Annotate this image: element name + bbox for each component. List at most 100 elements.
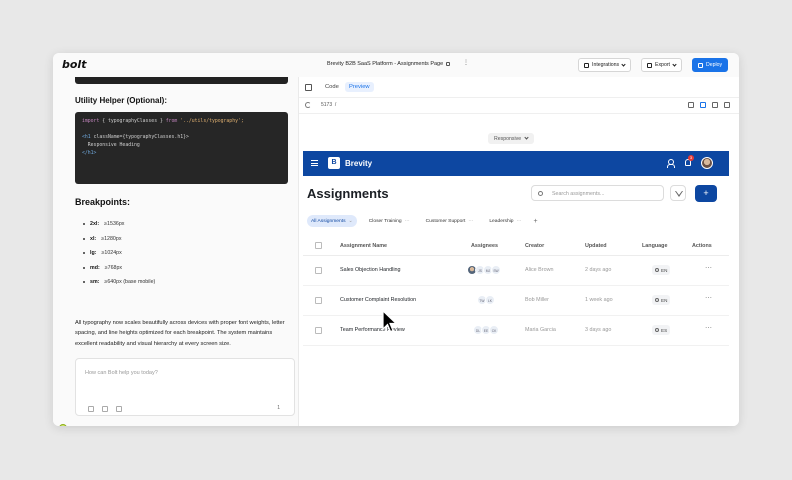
chevron-down-icon: ⌄	[348, 218, 353, 224]
assignment-name[interactable]: Customer Complaint Resolution	[340, 297, 416, 303]
preview-panel: Code Preview 5173 / Responsive B Brevity…	[298, 77, 739, 426]
brevity-app: B Brevity 3 Assignments + All Assignment…	[303, 151, 729, 426]
code-text: { typographyClasses }	[99, 119, 166, 124]
utility-heading: Utility Helper (Optional):	[75, 96, 167, 105]
user-icon[interactable]	[667, 159, 675, 168]
search-input[interactable]	[552, 188, 657, 199]
chevron-down-icon	[621, 61, 626, 67]
code-tag: </h1>	[82, 151, 97, 156]
chat-input[interactable]: How can Bolt help you today? 1	[75, 358, 295, 416]
column-header[interactable]: Assignment Name	[340, 243, 387, 249]
attach-icon[interactable]	[88, 406, 94, 412]
app-window: bolt Brevity B2B SaaS Platform - Assignm…	[53, 53, 739, 426]
search-box[interactable]	[531, 185, 664, 201]
globe-icon	[655, 298, 659, 302]
code-block-fragment	[75, 77, 288, 84]
chip-leadership[interactable]: Leadership ⋯	[485, 215, 525, 227]
list-item: xl: ≥1280px	[83, 232, 155, 247]
chat-panel: Utility Helper (Optional): import { typo…	[53, 77, 298, 426]
updated: 2 days ago	[585, 267, 612, 273]
globe-icon	[655, 268, 659, 272]
updated: 3 days ago	[585, 327, 612, 333]
assignment-name[interactable]: Sales Objection Handling	[340, 267, 401, 273]
tab-code[interactable]: Code	[321, 82, 343, 92]
language-badge: EN	[652, 295, 671, 305]
menu-icon[interactable]	[311, 160, 318, 166]
stack-icon[interactable]	[116, 406, 122, 412]
table-header: Assignment Name Assignees Creator Update…	[303, 236, 729, 256]
column-header[interactable]: Creator	[525, 243, 544, 249]
responsive-dropdown[interactable]: Responsive	[488, 133, 535, 144]
breakpoints-list: 2xl: ≥1536px xl: ≥1280px lg: ≥1024px md: ≥76…	[83, 217, 155, 290]
filter-button[interactable]	[670, 185, 686, 201]
add-assignment-button[interactable]: +	[695, 185, 717, 202]
row-actions-icon[interactable]: ⋯	[705, 264, 712, 272]
integrations-button[interactable]: Integrations	[578, 58, 632, 72]
project-title[interactable]: Brevity B2B SaaS Platform - Assignments …	[327, 61, 451, 67]
row-actions-icon[interactable]: ⋯	[705, 324, 712, 332]
breakpoints-heading: Breakpoints:	[75, 197, 131, 207]
code-block: import { typographyClasses } from '../ut…	[75, 112, 288, 184]
chip-customer-support[interactable]: Customer Support ⋯	[422, 215, 478, 227]
code-text: className={typographyClasses.h1}>	[93, 135, 189, 140]
chip-all-assignments[interactable]: All Assignments ⌄	[307, 215, 357, 227]
column-header[interactable]: Updated	[585, 243, 607, 249]
select-all-checkbox[interactable]	[315, 242, 322, 249]
enhance-icon[interactable]	[102, 406, 108, 412]
user-status-icon[interactable]	[59, 424, 67, 426]
export-button[interactable]: Export	[641, 58, 682, 72]
avatar: CK	[489, 325, 499, 335]
bolt-logo[interactable]: bolt	[62, 58, 86, 71]
summary-paragraph: All typography now scales beautifully ac…	[75, 320, 285, 347]
page-title: Assignments	[307, 186, 389, 201]
creator: Maria Garcia	[525, 327, 556, 333]
column-header[interactable]: Assignees	[471, 243, 498, 249]
row-checkbox[interactable]	[315, 297, 322, 304]
language-badge: EN	[652, 265, 671, 275]
assignee-avatars: DL EE CK	[473, 325, 499, 335]
preview-tools	[688, 102, 730, 108]
rocket-icon	[698, 62, 703, 68]
top-bar: bolt Brevity B2B SaaS Platform - Assignm…	[53, 53, 739, 77]
column-header[interactable]: Actions	[692, 243, 712, 249]
lock-icon	[446, 61, 451, 66]
panel-toggle-icon[interactable]	[305, 84, 312, 91]
notification-badge: 3	[688, 155, 694, 161]
avatar: SW	[491, 265, 501, 275]
table-row[interactable]: Customer Complaint Resolution TW LK Bob …	[303, 286, 729, 316]
inspect-icon[interactable]	[712, 102, 718, 108]
refresh-icon[interactable]	[305, 102, 311, 108]
chevron-down-icon	[524, 135, 529, 140]
table-row[interactable]: Team Performance Review DL EE CK Maria G…	[303, 316, 729, 346]
avatar[interactable]	[701, 157, 713, 169]
list-item: 2xl: ≥1536px	[83, 217, 155, 232]
tab-preview[interactable]: Preview	[345, 82, 374, 92]
list-item: md: ≥768px	[83, 261, 155, 276]
fullscreen-icon[interactable]	[724, 102, 730, 108]
code-string: '../utils/typography';	[177, 119, 244, 124]
preview-url[interactable]: 5173 /	[321, 102, 336, 108]
assignee-avatars: TW LK	[477, 295, 495, 305]
deploy-button[interactable]: Deploy	[692, 58, 729, 72]
column-header[interactable]: Language	[642, 243, 667, 249]
list-item: sm: ≥640px (base mobile)	[83, 275, 155, 290]
add-chip-button[interactable]: +	[534, 218, 538, 225]
project-menu-icon[interactable]: ⋮	[463, 59, 469, 66]
avatar: LK	[485, 295, 495, 305]
preview-url-bar: 5173 /	[299, 98, 739, 114]
grid-icon	[584, 62, 589, 68]
more-icon: ⋯	[516, 218, 522, 224]
row-checkbox[interactable]	[315, 327, 322, 334]
assignee-avatars: JS MJ SW	[467, 265, 501, 275]
updated: 1 week ago	[585, 297, 613, 303]
table-row[interactable]: Sales Objection Handling JS MJ SW Alice …	[303, 256, 729, 286]
language-badge: ES	[652, 325, 671, 335]
row-actions-icon[interactable]: ⋯	[705, 294, 712, 302]
brand-name: Brevity	[345, 159, 373, 168]
list-item: lg: ≥1024px	[83, 246, 155, 261]
device-icon[interactable]	[700, 102, 706, 108]
code-tag: <h1	[82, 135, 94, 140]
chip-closer-training[interactable]: Closer Training ⋯	[365, 215, 414, 227]
row-checkbox[interactable]	[315, 267, 322, 274]
external-link-icon[interactable]	[688, 102, 694, 108]
